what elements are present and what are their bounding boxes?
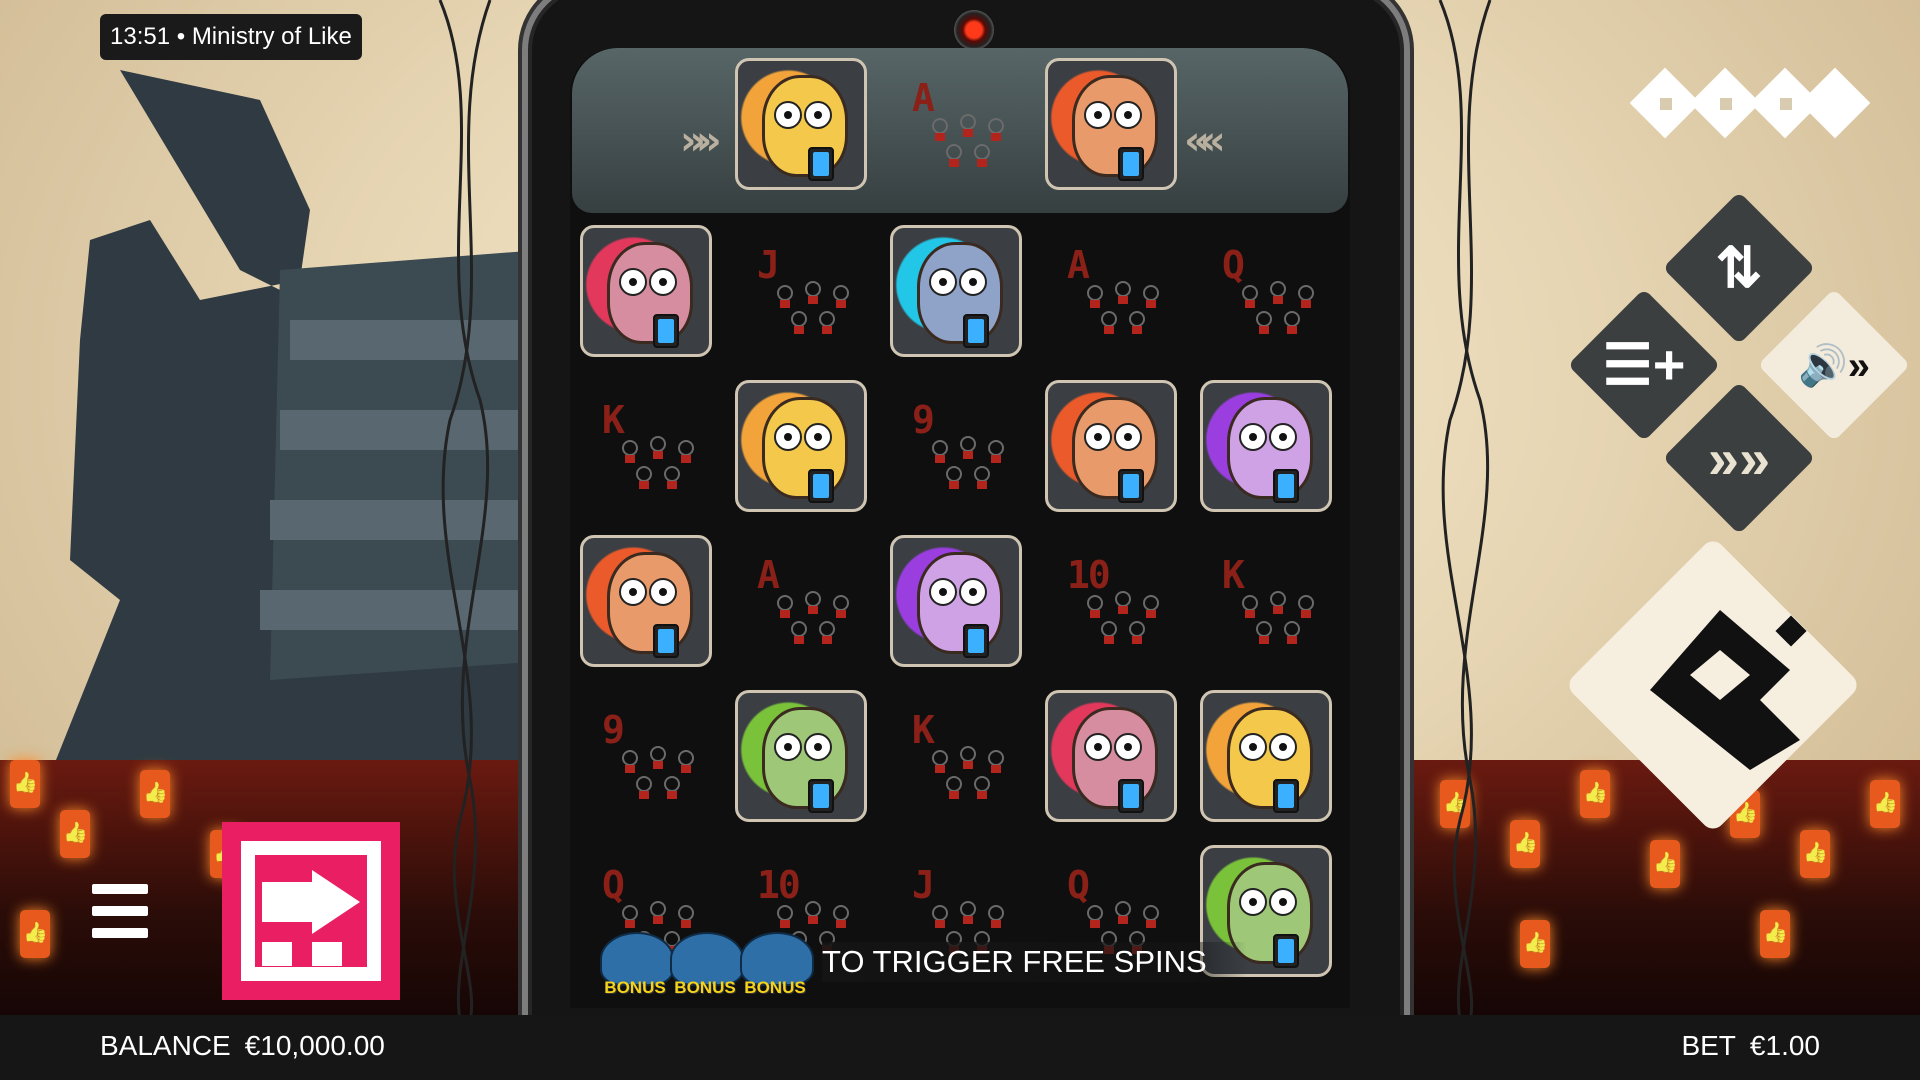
clock-separator: • (176, 23, 186, 50)
phone-camera (954, 10, 994, 50)
turbo-button[interactable]: »» (1662, 381, 1816, 535)
promo-button[interactable] (222, 822, 400, 1000)
character-symbol-orange (1045, 380, 1177, 512)
card-symbol-A: A (1045, 225, 1177, 357)
bet-label: BET (1681, 1030, 1736, 1061)
card-symbol-10: 10 (1045, 535, 1177, 667)
pink-promo-icon (241, 841, 381, 981)
card-symbol-9: 9 (580, 690, 712, 822)
card-symbol-K: K (1200, 535, 1332, 667)
free-spins-message: TO TRIGGER FREE SPINS (822, 942, 1247, 982)
character-symbol-yellow (735, 380, 867, 512)
menu-button[interactable] (92, 884, 148, 938)
stack-plus-icon: ☰+ (1602, 333, 1686, 396)
barbed-wire-right (1438, 0, 1492, 1020)
game-title: Ministry of Like (191, 23, 352, 50)
clock-time: 13:51 (110, 23, 171, 50)
barbed-wire-left (438, 0, 492, 1020)
arrows-left-icon: »» (680, 118, 722, 164)
crowd-glyph-icon (1242, 281, 1314, 334)
speaker-fastforward-icon: 🔊» (1797, 343, 1871, 388)
character-symbol-purple (890, 535, 1022, 667)
card-symbol-Q: Q (1200, 225, 1332, 357)
card-symbol-A: A (890, 58, 1022, 190)
crowd-glyph-icon (777, 591, 849, 644)
spin-logo-icon (1650, 610, 1807, 770)
character-symbol-cyan (890, 225, 1022, 357)
fast-forward-icon: »» (1707, 426, 1771, 490)
crowd-glyph-icon (932, 746, 1004, 799)
character-symbol-orange (1045, 58, 1177, 190)
swap-arrows-icon: ⇅ (1715, 236, 1763, 299)
card-symbol-9: 9 (890, 380, 1022, 512)
crowd-glyph-icon (1087, 591, 1159, 644)
crowd-glyph-icon (932, 436, 1004, 489)
crowd-glyph-icon (932, 114, 1004, 167)
character-symbol-green (735, 690, 867, 822)
character-symbol-yellow (735, 58, 867, 190)
character-symbol-orange (580, 535, 712, 667)
crowd-glyph-icon (622, 746, 694, 799)
card-symbol-K: K (580, 380, 712, 512)
crowd-glyph-icon (622, 436, 694, 489)
bonus-symbol: BONUS (730, 926, 820, 997)
balance-display: BALANCE €10,000.00 (100, 1030, 385, 1062)
card-symbol-A: A (735, 535, 867, 667)
card-symbol-J: J (735, 225, 867, 357)
character-symbol-purple (1200, 380, 1332, 512)
character-symbol-pink (1045, 690, 1177, 822)
character-symbol-pink (580, 225, 712, 357)
crowd-glyph-icon (1242, 591, 1314, 644)
bonus-label: BONUS (744, 978, 806, 997)
status-clock: 13:51 • Ministry of Like (100, 14, 362, 60)
arrows-right-icon: «« (1184, 118, 1226, 164)
character-symbol-yellow (1200, 690, 1332, 822)
bet-display[interactable]: BET €1.00 (1681, 1030, 1820, 1062)
bet-value: €1.00 (1749, 1030, 1820, 1061)
crowd-glyph-icon (777, 281, 849, 334)
crowd-glyph-icon (1087, 281, 1159, 334)
card-symbol-K: K (890, 690, 1022, 822)
balance-label: BALANCE (100, 1030, 231, 1061)
balance-value: €10,000.00 (244, 1030, 385, 1061)
provider-logo (1630, 67, 1870, 139)
